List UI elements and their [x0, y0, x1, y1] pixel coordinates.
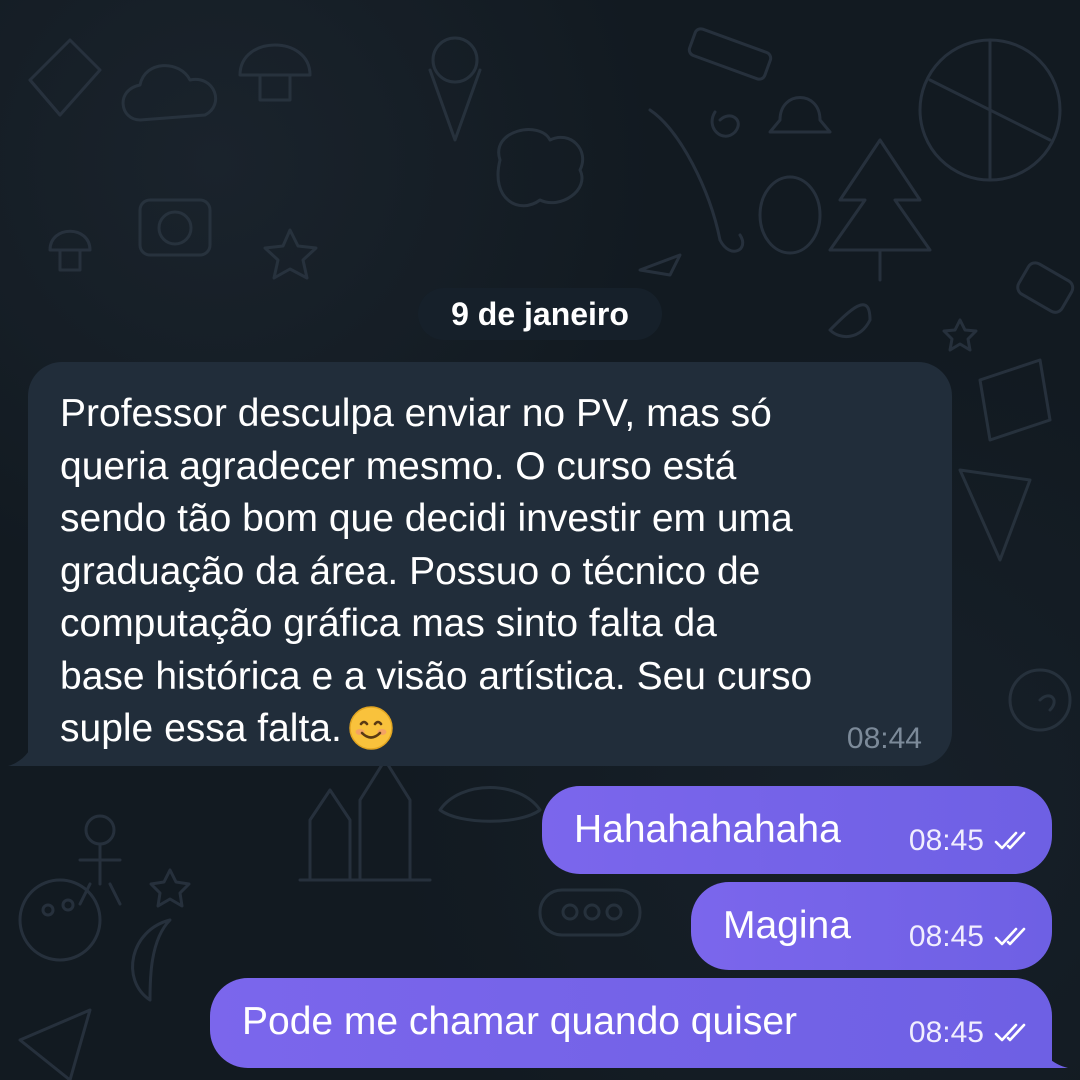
outgoing-message-bubble[interactable]: Pode me chamar quando quiser 08:45: [210, 978, 1052, 1068]
message-meta: 08:45: [909, 824, 1034, 858]
message-meta: 08:45: [909, 1016, 1034, 1050]
outgoing-bubble-tail: [1034, 1038, 1068, 1068]
incoming-message-time: 08:44: [846, 722, 922, 755]
date-separator: 9 de janeiro: [418, 288, 662, 340]
incoming-message-bubble[interactable]: Professor desculpa enviar no PV, mas só …: [28, 362, 952, 766]
double-check-icon: [994, 831, 1026, 850]
incoming-message-body: Professor desculpa enviar no PV, mas só …: [60, 392, 813, 750]
outgoing-message-time: 08:45: [908, 824, 984, 857]
incoming-message-text: Professor desculpa enviar no PV, mas só …: [60, 388, 930, 756]
outgoing-message-text: Magina: [723, 904, 851, 947]
outgoing-message-bubble[interactable]: Hahahahahaha 08:45: [542, 786, 1052, 874]
outgoing-message-time: 08:45: [908, 920, 984, 953]
chat-area[interactable]: 9 de janeiro Professor desculpa enviar n…: [0, 0, 1080, 1080]
message-meta: 08:45: [909, 920, 1034, 954]
outgoing-message-text: Hahahahahaha: [574, 808, 841, 851]
smiling-face-icon: [349, 706, 393, 750]
outgoing-message-bubble[interactable]: Magina 08:45: [691, 882, 1052, 970]
double-check-icon: [994, 1023, 1026, 1042]
double-check-icon: [994, 927, 1026, 946]
outgoing-message-text: Pode me chamar quando quiser: [242, 1000, 798, 1043]
outgoing-message-time: 08:45: [908, 1016, 984, 1049]
